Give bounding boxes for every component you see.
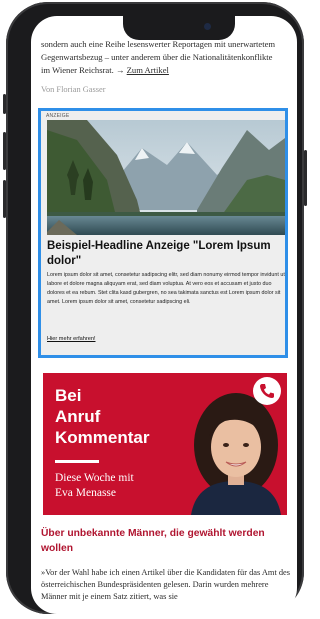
podcast-subtitle-line: Eva Menasse xyxy=(55,487,116,499)
phone-icon[interactable] xyxy=(253,377,281,405)
ad-image[interactable] xyxy=(47,120,285,235)
article-link[interactable]: Zum Artikel xyxy=(127,65,169,75)
teaser-text: »Vor der Wahl habe ich einen Artikel übe… xyxy=(41,568,291,601)
mountain-lake-image xyxy=(47,120,285,235)
podcast-title: Bei Anruf Kommentar xyxy=(55,385,175,448)
podcast-title-line: Bei xyxy=(55,386,82,405)
volume-down-button xyxy=(3,180,6,218)
teaser-headline[interactable]: Über unbekannte Männer, die gewählt werd… xyxy=(41,526,281,556)
power-button xyxy=(304,150,307,206)
article-text-line: sondern auch eine Reihe lesenswerter Rep… xyxy=(41,39,276,49)
podcast-subtitle-line: Diese Woche mit xyxy=(55,472,134,484)
article-text-line: Gegenwartsbezug – unter anderem über die… xyxy=(41,52,273,62)
podcast-title-line: Anruf xyxy=(55,407,101,426)
podcast-divider xyxy=(55,460,99,463)
podcast-title-line: Kommentar xyxy=(55,428,150,447)
podcast-subtitle: Diese Woche mit Eva Menasse xyxy=(55,471,175,501)
article-excerpt: sondern auch eine Reihe lesenswerter Rep… xyxy=(41,38,289,77)
ad-headline[interactable]: Beispiel-Headline Anzeige "Lorem Ipsum d… xyxy=(47,239,283,269)
ad-body-text: Lorem ipsum dolor sit amet, consetetur s… xyxy=(47,272,285,305)
article-text-line: im Wiener Reichsrat. → xyxy=(41,65,125,75)
volume-up-button xyxy=(3,132,6,170)
ad-cta-link[interactable]: Hier mehr erfahren! xyxy=(47,336,96,342)
ad-label: ANZEIGE xyxy=(46,113,70,119)
article-author: Von Florian Gasser xyxy=(41,85,106,94)
mute-switch xyxy=(3,94,6,114)
podcast-banner[interactable]: Bei Anruf Kommentar Diese Woche mit Eva … xyxy=(43,373,287,515)
notch xyxy=(123,16,235,40)
phone-frame: sondern auch eine Reihe lesenswerter Rep… xyxy=(3,2,307,614)
camera-icon xyxy=(204,23,211,30)
advertisement[interactable]: ANZEIGE Beispiel-Headline Anzeige "Lorem… xyxy=(38,108,288,358)
phone-screen: sondern auch eine Reihe lesenswerter Rep… xyxy=(31,16,297,614)
